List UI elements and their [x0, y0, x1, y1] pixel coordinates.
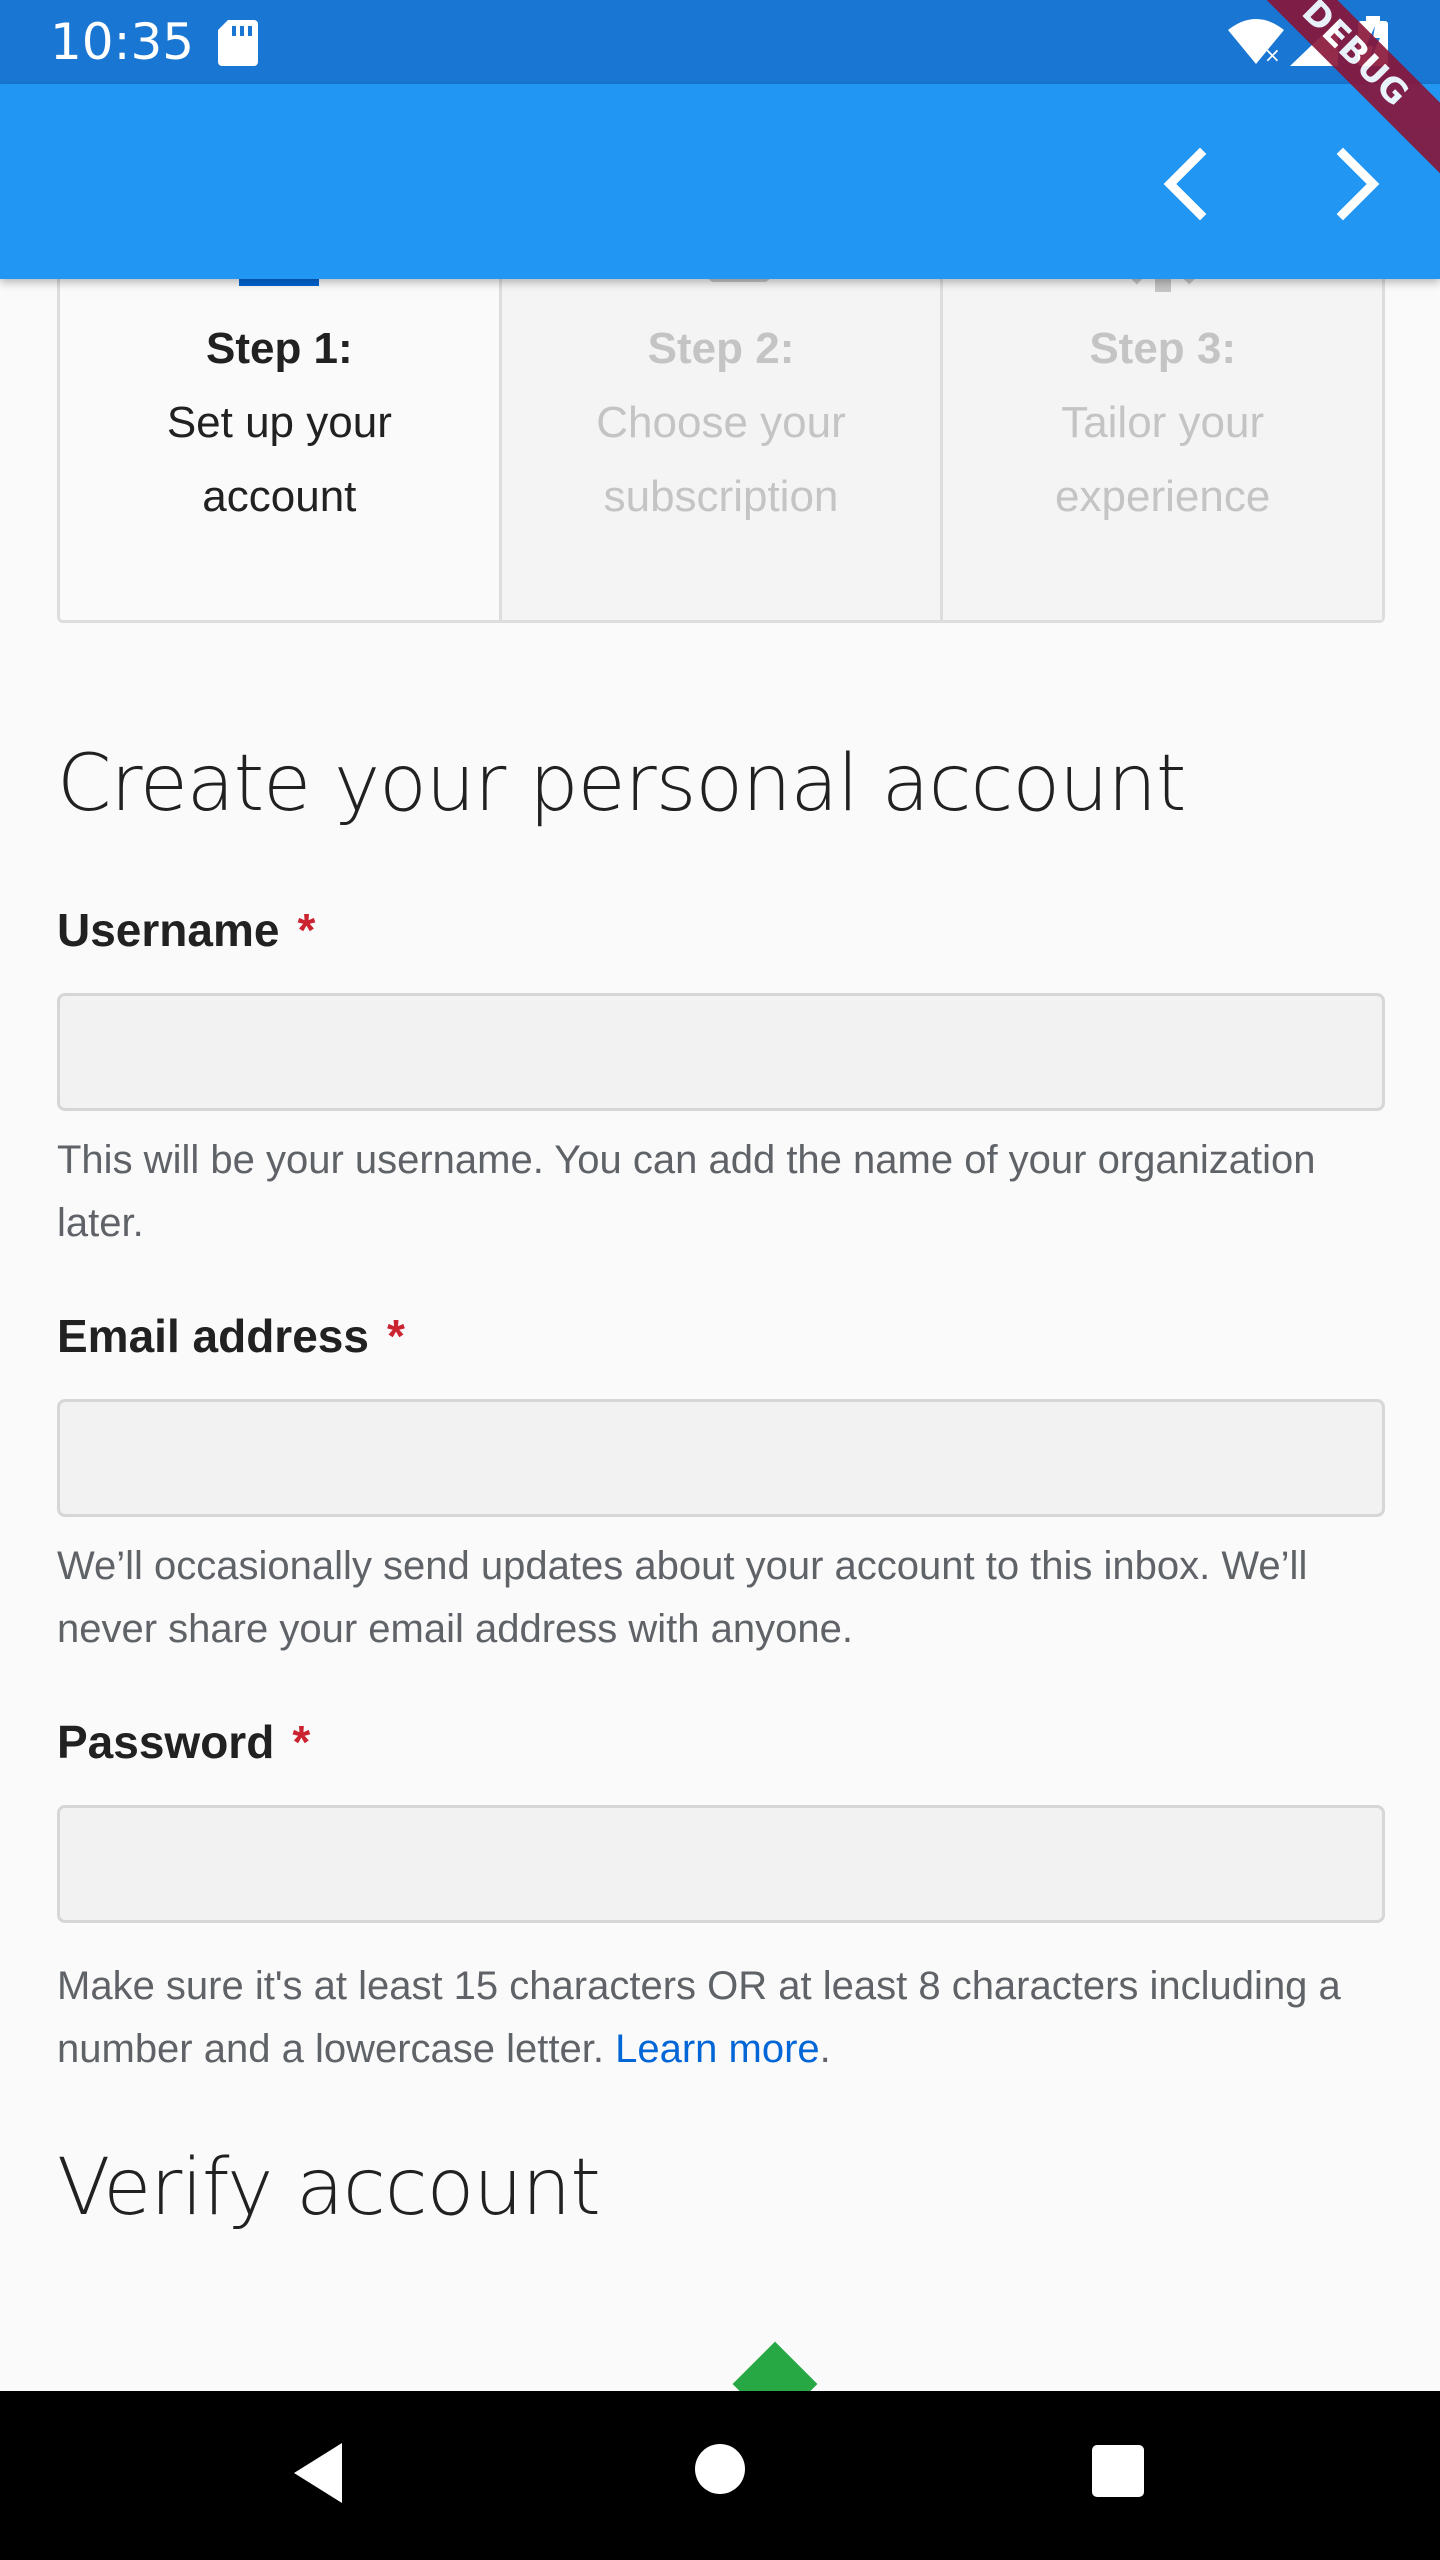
- step-indicator: Step 1: Set up your account Step 2: Choo…: [57, 279, 1385, 623]
- person-icon: [239, 279, 320, 286]
- verify-graphic: [732, 2341, 818, 2391]
- password-input[interactable]: [57, 1805, 1385, 1923]
- status-time: 10:35: [50, 13, 195, 71]
- email-label-text: Email address: [57, 1310, 369, 1362]
- step-2-line2: subscription: [603, 472, 839, 521]
- step-1[interactable]: Step 1: Set up your account: [60, 279, 499, 620]
- back-nav-icon[interactable]: [290, 2441, 346, 2505]
- app-bar: [0, 84, 1440, 279]
- required-marker: *: [297, 904, 316, 956]
- step-3-title: Step 3:: [1089, 324, 1237, 373]
- password-help-text: Make sure it's at least 15 characters OR…: [57, 1955, 1387, 2081]
- previous-step-button[interactable]: [1148, 144, 1228, 224]
- step-1-title: Step 1:: [205, 324, 353, 373]
- email-help-text: We’ll occasionally send updates about yo…: [57, 1544, 1308, 1651]
- password-label: Password *: [57, 1715, 310, 1769]
- verify-heading: Verify account: [57, 2143, 601, 2233]
- username-help-text: This will be your username. You can add …: [57, 1138, 1316, 1245]
- step-3-line2: experience: [1055, 472, 1271, 521]
- username-input[interactable]: [57, 993, 1385, 1111]
- chevron-left-icon: [1163, 147, 1207, 221]
- step-1-line1: Set up your: [166, 398, 392, 447]
- required-marker: *: [292, 1716, 311, 1768]
- next-step-button[interactable]: [1315, 144, 1395, 224]
- email-input[interactable]: [57, 1399, 1385, 1517]
- step-1-line2: account: [202, 472, 357, 521]
- home-nav-icon[interactable]: [694, 2443, 746, 2495]
- main-content: Step 1: Set up your account Step 2: Choo…: [0, 279, 1440, 2391]
- step-3-line1: Tailor your: [1061, 398, 1265, 447]
- svg-text:×: ×: [1264, 43, 1281, 64]
- password-label-text: Password: [57, 1716, 275, 1768]
- devices-icon: [708, 279, 770, 282]
- chevron-right-icon: [1336, 147, 1380, 221]
- step-2-line1: Choose your: [596, 398, 846, 447]
- learn-more-link[interactable]: Learn more: [615, 2027, 820, 2071]
- step-2[interactable]: Step 2: Choose your subscription: [498, 279, 941, 620]
- password-help-suffix: .: [819, 2027, 831, 2071]
- step-2-title: Step 2:: [647, 324, 795, 373]
- step-3[interactable]: Step 3: Tailor your experience: [940, 279, 1383, 620]
- recents-nav-icon[interactable]: [1092, 2445, 1144, 2497]
- username-label-text: Username: [57, 904, 280, 956]
- email-label: Email address *: [57, 1309, 405, 1363]
- username-label: Username *: [57, 903, 315, 957]
- status-bar: 10:35 ×: [0, 0, 1440, 84]
- sd-card-icon: [218, 20, 258, 66]
- system-navigation-bar: [0, 2391, 1440, 2560]
- gear-icon: [1125, 279, 1201, 292]
- wifi-icon: ×: [1228, 19, 1284, 64]
- required-marker: *: [386, 1310, 405, 1362]
- form-heading: Create your personal account: [57, 739, 1187, 829]
